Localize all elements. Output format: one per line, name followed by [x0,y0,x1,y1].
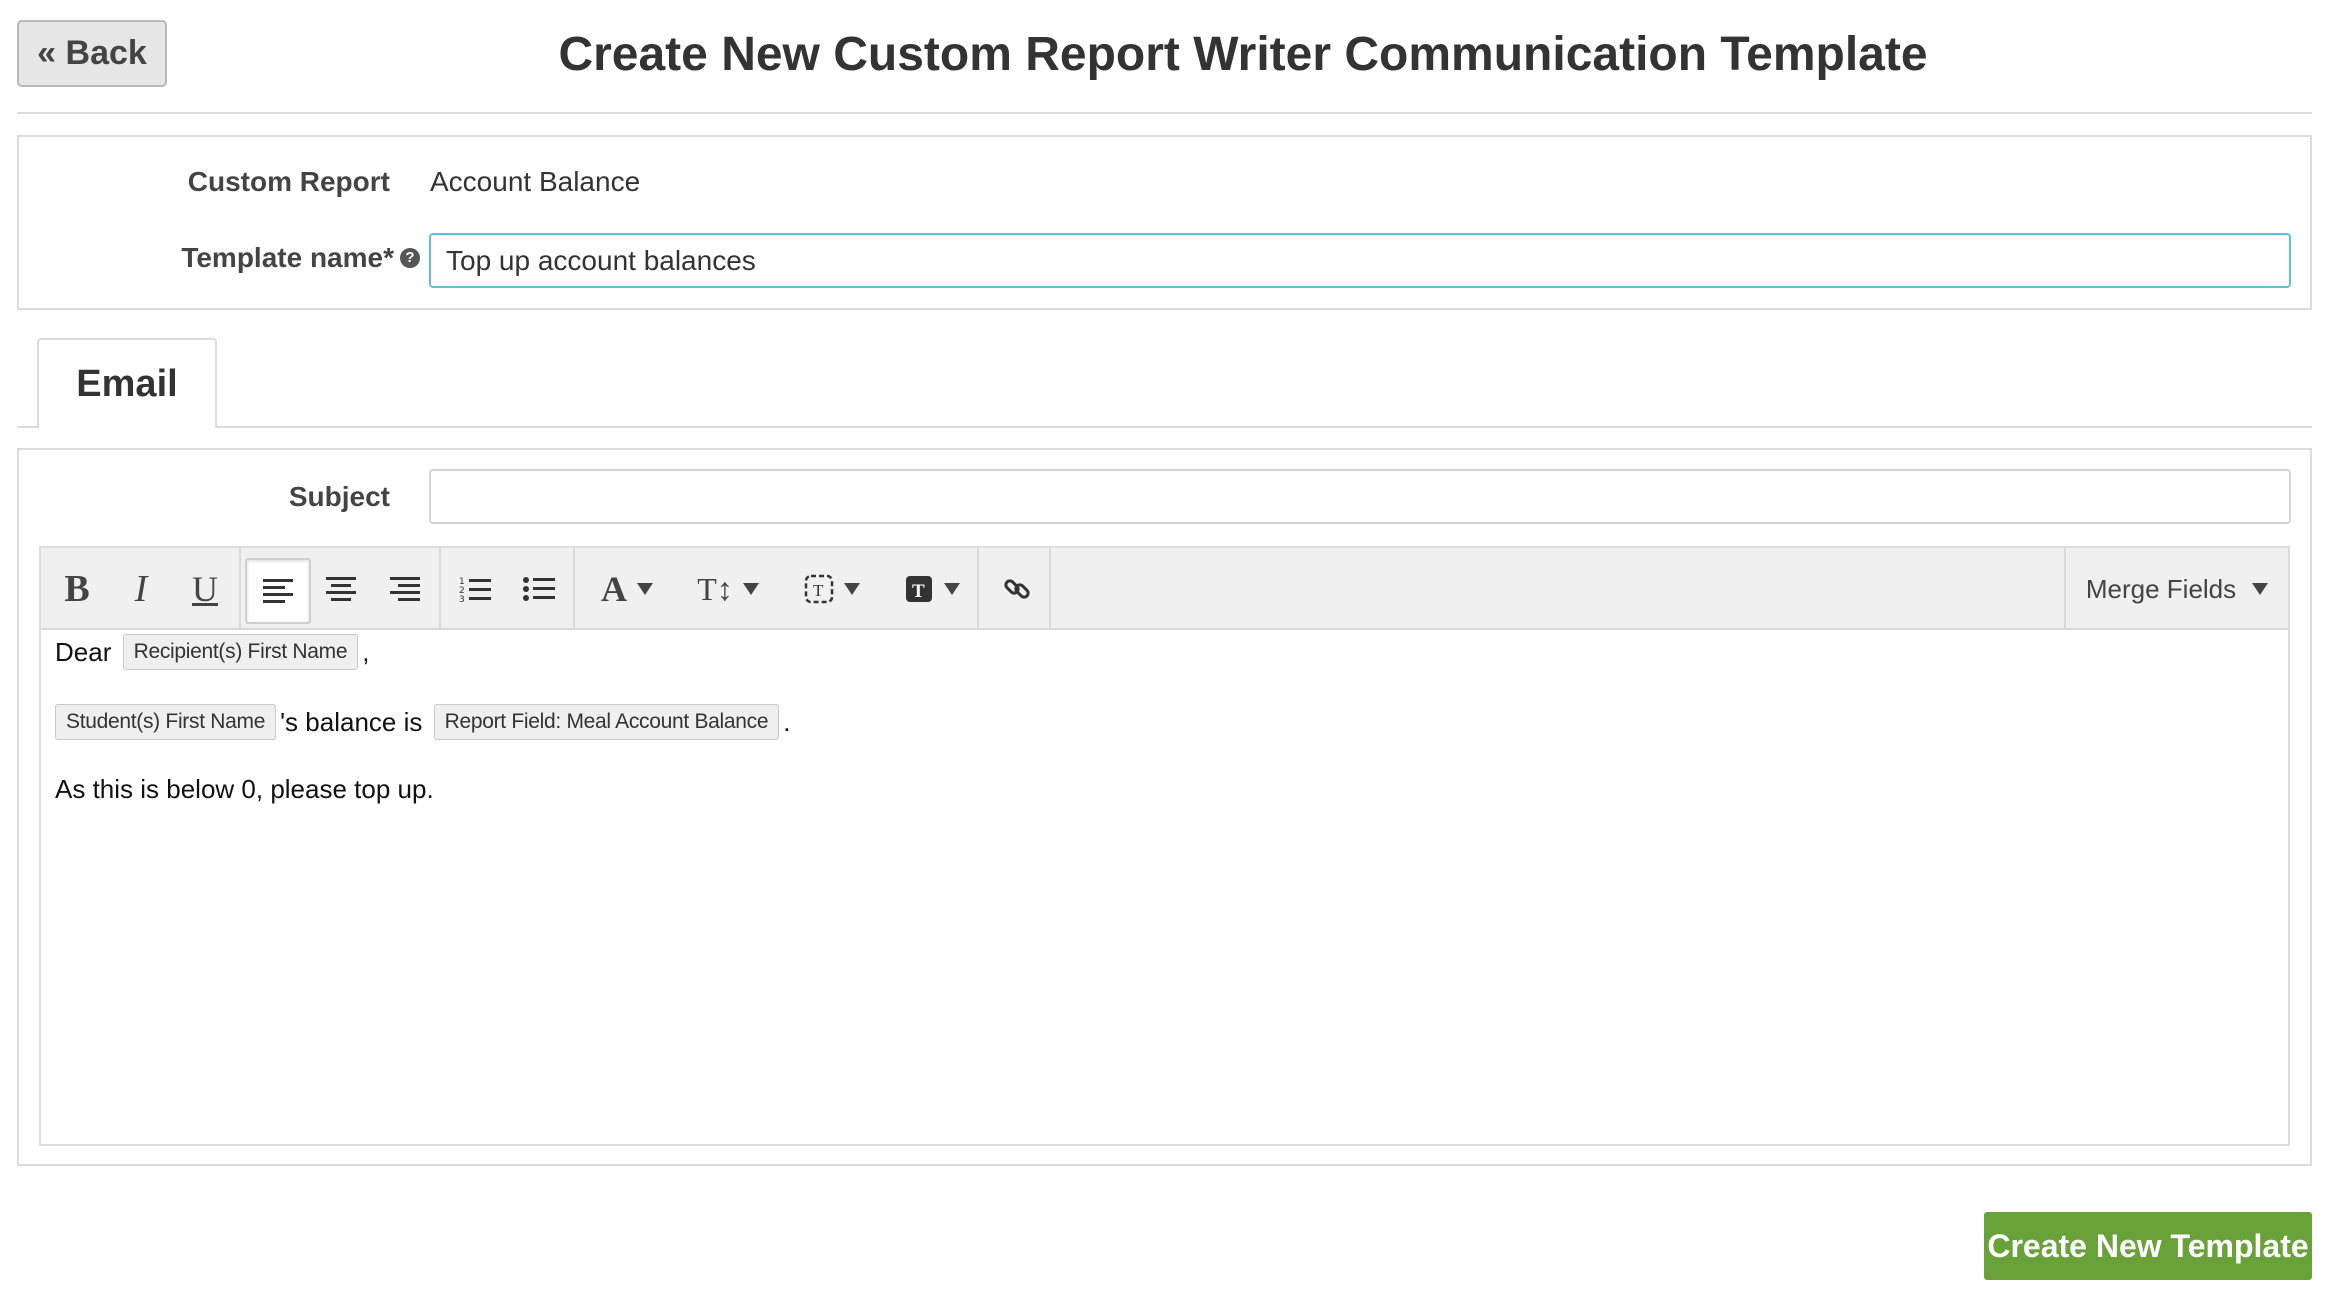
chevron-down-icon [844,583,860,595]
align-center-button[interactable] [311,558,371,620]
merge-field-chip[interactable]: Recipient(s) First Name [122,634,359,670]
create-template-button[interactable]: Create New Template [1984,1212,2312,1280]
body-line-1: Dear Recipient(s) First Name, [55,634,369,670]
body-text: Dear [55,636,119,667]
subject-input[interactable] [429,469,2291,524]
body-text: . [783,706,791,737]
font-color-icon: A [601,569,627,609]
custom-report-label: Custom Report [187,166,390,197]
ordered-list-icon: 123 [459,577,491,603]
body-text: As this is below 0, please top up. [55,774,434,804]
chevron-down-icon [637,583,653,595]
template-name-value: Top up account balances [446,244,756,276]
chevron-down-icon [944,583,960,595]
font-size-icon: T↕ [697,570,733,607]
body-text: , [362,636,370,667]
tab-divider [17,426,2312,428]
template-name-input[interactable]: Top up account balances [429,233,2291,288]
svg-text:T: T [912,581,925,602]
svg-text:T: T [813,581,824,600]
toolbar-separator [977,548,979,630]
custom-report-value: Account Balance [430,166,641,197]
merge-field-chip[interactable]: Student(s) First Name [55,704,277,740]
text-block-icon: T [804,574,834,604]
merge-fields-label: Merge Fields [2085,573,2237,604]
editor-toolbar: B I U 123 A T↕ T T Merge Fields [41,548,2288,630]
svg-text:3: 3 [459,595,465,603]
font-size-button[interactable]: T↕ [685,558,771,620]
body-line-3: As this is below 0, please top up. [55,774,434,805]
chevron-down-icon [742,583,759,595]
merge-field-chip[interactable]: Report Field: Meal Account Balance [433,704,780,740]
link-icon [1004,579,1030,599]
template-name-label: Template name*? [100,242,420,274]
insert-link-button[interactable] [987,558,1047,620]
ordered-list-button[interactable]: 123 [445,558,505,620]
subject-label: Subject [288,481,390,512]
highlight-button[interactable]: T [889,558,975,620]
editor-content[interactable]: Dear Recipient(s) First Name, Student(s)… [41,630,2288,1144]
font-color-button[interactable]: A [587,558,667,620]
body-line-2: Student(s) First Name's balance is Repor… [55,704,790,740]
align-right-button[interactable] [375,558,435,620]
italic-button[interactable]: I [111,558,171,620]
chevron-down-icon [2252,583,2269,595]
template-name-label-text: Template name* [181,242,394,273]
rich-text-editor: B I U 123 A T↕ T T Merge Fields Dear Rec… [39,546,2290,1146]
text-background-icon: T [906,576,932,602]
page-title: Create New Custom Report Writer Communic… [558,28,1928,81]
align-left-button[interactable] [245,558,311,624]
toolbar-separator [439,548,441,630]
align-left-icon [263,579,293,603]
toolbar-separator [573,548,575,630]
tab-email[interactable]: Email [37,338,217,428]
paragraph-format-button[interactable]: T [789,558,875,620]
align-right-icon [390,577,420,601]
underline-button[interactable]: U [175,558,235,620]
align-center-icon [326,577,356,601]
header-divider [17,112,2312,114]
toolbar-separator [1049,548,1051,630]
bullet-list-button[interactable] [509,558,569,620]
bullet-list-icon [523,577,555,601]
merge-fields-dropdown[interactable]: Merge Fields [2064,548,2288,630]
body-text: 's balance is [280,706,430,737]
help-icon[interactable]: ? [400,247,420,268]
toolbar-separator [239,548,241,630]
bold-button[interactable]: B [47,558,107,620]
